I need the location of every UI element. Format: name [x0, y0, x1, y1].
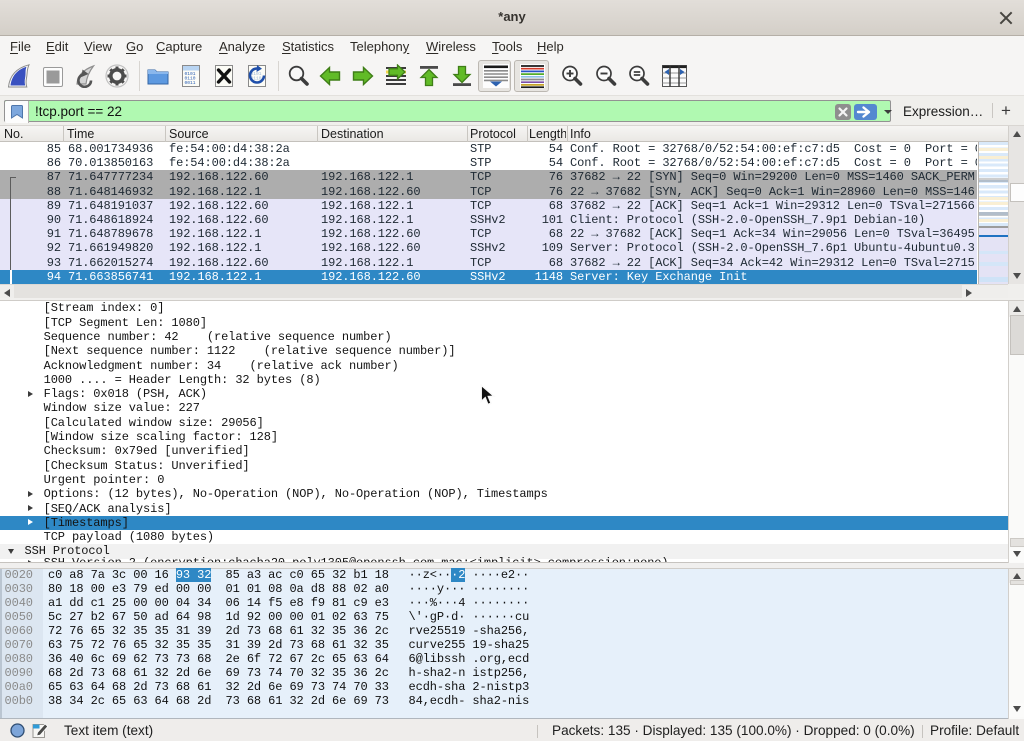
- svg-text:0011: 0011: [185, 80, 196, 86]
